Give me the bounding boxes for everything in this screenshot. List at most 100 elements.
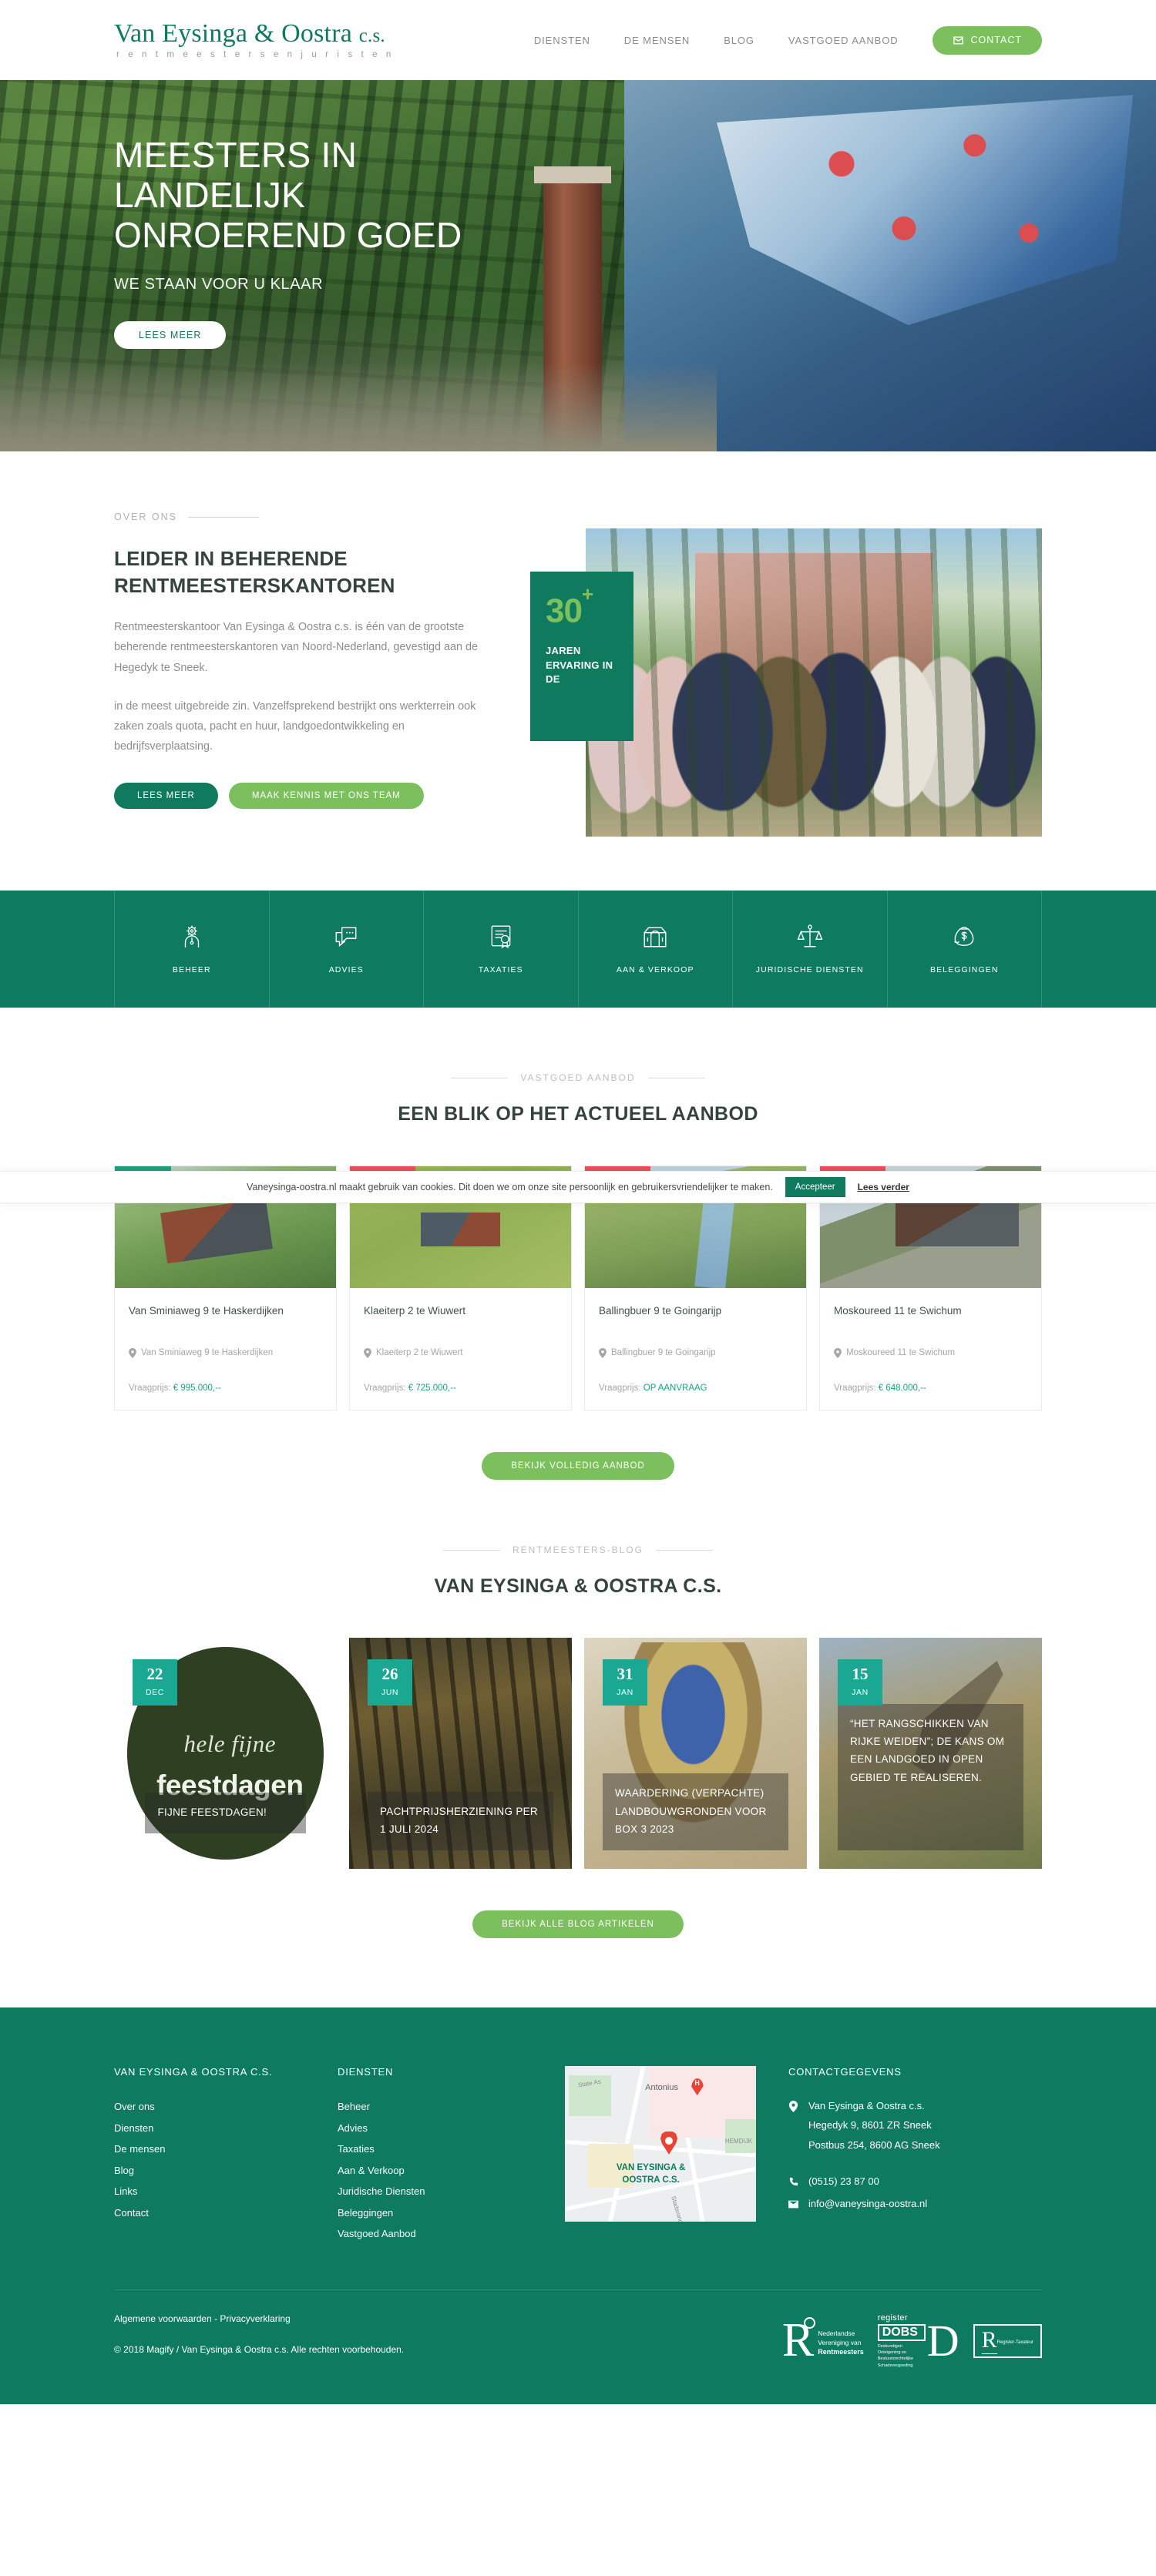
footer-service-juridische-diensten[interactable]: Juridische Diensten (338, 2181, 565, 2202)
site-logo[interactable]: Van Eysinga & Oostra c.s. r e n t m e e … (114, 20, 395, 60)
view-full-offer-button[interactable]: BEKIJK VOLLEDIG AANBOD (482, 1452, 674, 1480)
hero-title-line-3: ONROEREND GOED (114, 214, 462, 255)
footer-company-heading: VAN EYSINGA & OOSTRA C.S. (114, 2066, 273, 2078)
site-header: Van Eysinga & Oostra c.s. r e n t m e e … (0, 0, 1156, 80)
footer-legal-links[interactable]: Algemene voorwaarden - Privacyverklaring (114, 2313, 782, 2324)
blog-card[interactable]: 31 JAN WAARDERING (VERPACHTE) LANDBOUWGR… (584, 1638, 807, 1869)
blog-card[interactable]: hele fijne feestdagen 22 DEC FIJNE FEEST… (114, 1638, 337, 1869)
about-meet-team-button[interactable]: MAAK KENNIS MET ONS TEAM (228, 783, 424, 810)
blog-post-title: WAARDERING (VERPACHTE) LANDBOUWGRONDEN V… (615, 1787, 767, 1835)
property-address-text: Moskoureed 11 te Swichum (846, 1348, 956, 1357)
footer-link-links[interactable]: Links (114, 2181, 338, 2202)
footer-service-beheer[interactable]: Beheer (338, 2096, 565, 2118)
property-price: Vraagprijs: € 725.000,-- (364, 1384, 557, 1393)
nav-item-vastgoed-aanbod[interactable]: VASTGOED AANBOD (788, 35, 899, 46)
property-card-body: Van Sminiaweg 9 te Haskerdijken Van Smin… (115, 1288, 336, 1410)
blog-eyebrow: RENTMEESTERS-BLOG (114, 1545, 1042, 1555)
dobs-name: DOBS (877, 2323, 926, 2341)
property-address: Van Sminiaweg 9 te Haskerdijken (129, 1347, 322, 1373)
location-map[interactable]: State As Antonius HEMDIJK Stadsrondweg H… (565, 2066, 756, 2222)
hero-title-line-2: LANDELIJK (114, 174, 306, 215)
blog-date-badge: 15 JAN (838, 1659, 882, 1706)
about-media-column: 30+ JAREN ERVARING IN DE (530, 512, 1042, 837)
service-label-beleggingen: BELEGGINGEN (929, 965, 999, 974)
contact-button-label: CONTACT (970, 35, 1022, 45)
footer-service-aan-verkoop[interactable]: Aan & Verkoop (338, 2160, 565, 2182)
nav-item-blog[interactable]: BLOG (724, 35, 754, 46)
service-item-beleggingen[interactable]: BELEGGINGEN (888, 891, 1042, 1008)
service-item-advies[interactable]: ADVIES (270, 891, 424, 1008)
about-read-more-button[interactable]: LEES MEER (114, 783, 218, 810)
property-address: Moskoureed 11 te Swichum (834, 1347, 1027, 1373)
footer-link-contact[interactable]: Contact (114, 2202, 338, 2224)
nav-item-diensten[interactable]: DIENSTEN (534, 35, 590, 46)
footer-legal: Algemene voorwaarden - Privacyverklaring… (114, 2313, 782, 2355)
service-label-juridische-diensten: JURIDISCHE DIENSTEN (755, 965, 864, 974)
hero-title-line-1: MEESTERS IN (114, 135, 358, 175)
service-item-aan-verkoop[interactable]: AAN & VERKOOP (579, 891, 733, 1008)
hero-read-more-button[interactable]: LEES MEER (114, 320, 227, 349)
blog-post-title: FIJNE FEESTDAGEN! (157, 1806, 267, 1818)
logo-tagline: r e n t m e e s t e r s e n j u r i s t … (116, 49, 395, 59)
service-label-aan-verkoop: AAN & VERKOOP (616, 965, 694, 974)
blog-card[interactable]: 15 JAN “HET RANGSCHIKKEN VAN RIJKE WEIDE… (819, 1638, 1042, 1869)
nvr-logo-text: Nederlandse Vereniging van Rentmeesters (818, 2329, 864, 2360)
blog-date-day: 26 (381, 1665, 398, 1683)
contact-button[interactable]: CONTACT (932, 25, 1042, 55)
blog-post-title: PACHTPRIJSHERZIENING PER 1 JULI 2024 (380, 1805, 538, 1835)
footer-link-blog[interactable]: Blog (114, 2160, 338, 2182)
view-all-blog-button[interactable]: BEKIJK ALLE BLOG ARTIKELEN (472, 1910, 684, 1938)
main-navigation: DIENSTEN DE MENSEN BLOG VASTGOED AANBOD … (534, 25, 1042, 55)
property-price-value: € 995.000,-- (173, 1384, 221, 1393)
property-price-label: Vraagprijs: (364, 1384, 406, 1393)
aanbod-eyebrow: VASTGOED AANBOD (114, 1072, 1042, 1083)
footer-certification-logos: R Nederlandse Vereniging van Rentmeester… (782, 2313, 1042, 2369)
blog-card[interactable]: 26 JUN PACHTPRIJSHERZIENING PER 1 JULI 2… (349, 1638, 572, 1869)
property-title: Klaeiterp 2 te Wiuwert (364, 1305, 466, 1317)
cookie-text: Vaneysinga-oostra.nl maakt gebruik van c… (247, 1182, 773, 1192)
footer-bottom-bar: Algemene voorwaarden - Privacyverklaring… (114, 2289, 1042, 2404)
dobs-logo-letter: D (926, 2316, 959, 2366)
blog-title: VAN EYSINGA & OOSTRA C.S. (434, 1575, 722, 1597)
cookie-read-more-link[interactable]: Lees verder (858, 1182, 909, 1192)
property-title: Van Sminiaweg 9 te Haskerdijken (129, 1305, 284, 1317)
footer-service-taxaties[interactable]: Taxaties (338, 2138, 565, 2160)
nvr-line-3: Rentmeesters (818, 2348, 864, 2356)
property-address: Ballingbuer 9 te Goingarijp (599, 1347, 792, 1373)
nav-item-de-mensen[interactable]: DE MENSEN (624, 35, 690, 46)
service-label-advies: ADVIES (328, 965, 364, 974)
map-company-line-1: VAN EYSINGA & (616, 2163, 686, 2173)
footer-link-diensten[interactable]: Diensten (114, 2118, 338, 2139)
service-item-beheer[interactable]: BEHEER (114, 891, 270, 1008)
footer-phone[interactable]: (0515) 23 87 00 (788, 2172, 1042, 2191)
aanbod-eyebrow-label: VASTGOED AANBOD (520, 1072, 636, 1083)
service-item-juridische-diensten[interactable]: JURIDISCHE DIENSTEN (733, 891, 888, 1008)
cookie-accept-button[interactable]: Accepteer (785, 1177, 845, 1197)
footer-service-advies[interactable]: Advies (338, 2118, 565, 2139)
dobs-register-label: register (877, 2313, 908, 2323)
blog-eyebrow-rule-right (656, 1549, 714, 1551)
footer-column-company: VAN EYSINGA & OOSTRA C.S. Over ons Diens… (114, 2066, 338, 2245)
blog-date-month: JAN (617, 1688, 633, 1697)
logo-wordmark: Van Eysinga & Oostra c.s. (114, 20, 394, 47)
blog-cta-wrap: BEKIJK ALLE BLOG ARTIKELEN (114, 1910, 1042, 1938)
logo-suffix-text: c.s. (358, 25, 385, 46)
footer-service-beleggingen[interactable]: Beleggingen (338, 2202, 565, 2224)
map-pin-icon (364, 1348, 371, 1358)
experience-plus: + (581, 582, 593, 605)
about-eyebrow-rule (188, 516, 259, 518)
service-item-taxaties[interactable]: TAXATIES (424, 891, 579, 1008)
footer-service-vastgoed-aanbod[interactable]: Vastgoed Aanbod (338, 2223, 565, 2245)
property-price-value: € 648.000,-- (878, 1384, 926, 1393)
map-green-area (725, 2118, 756, 2154)
blog-date-badge: 31 JAN (603, 1659, 647, 1706)
footer-services-heading: DIENSTEN (338, 2066, 394, 2078)
aanbod-title: EEN BLIK OP HET ACTUEEL AANBOD (398, 1103, 758, 1125)
footer-email[interactable]: info@vaneysinga-oostra.nl (788, 2194, 1042, 2213)
property-price: Vraagprijs: € 995.000,-- (129, 1384, 322, 1393)
footer-link-de-mensen[interactable]: De mensen (114, 2138, 338, 2160)
about-text-column: OVER ONS LEIDER IN BEHERENDE RENTMEESTER… (114, 512, 530, 835)
blog-date-month: DEC (146, 1688, 164, 1697)
footer-link-over-ons[interactable]: Over ons (114, 2096, 338, 2118)
dobs-logo: register DOBS Deskundigen Onteigening en… (877, 2313, 959, 2369)
